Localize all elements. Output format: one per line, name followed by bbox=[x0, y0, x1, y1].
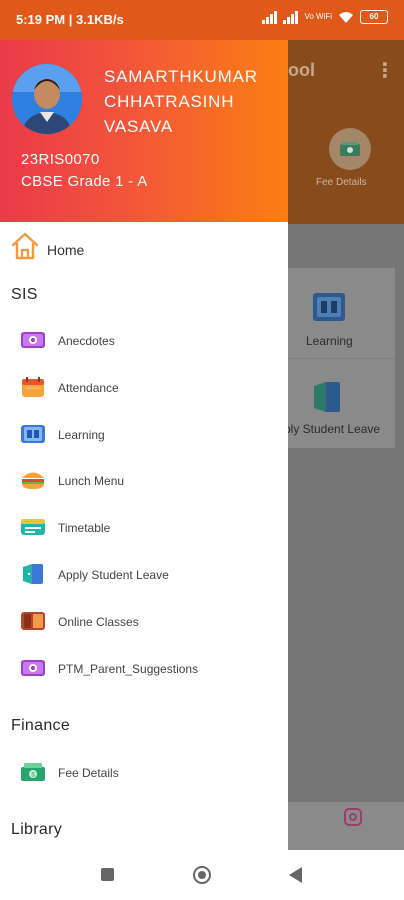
drawer-item-attendance[interactable]: Attendance bbox=[0, 368, 288, 408]
item-label: Timetable bbox=[58, 521, 111, 535]
section-library: Library bbox=[11, 821, 63, 838]
drawer-item-ptm-parent-suggestions[interactable]: PTM_Parent_Suggestions bbox=[0, 649, 288, 689]
drawer-item-online-classes[interactable]: Online Classes bbox=[0, 602, 288, 642]
status-bar: 5:19 PM | 3.1KB/s Vo WiFi 60 bbox=[0, 0, 404, 40]
learning-book-icon bbox=[313, 293, 345, 321]
timetable-icon bbox=[21, 519, 45, 535]
item-label: PTM_Parent_Suggestions bbox=[58, 662, 199, 676]
drawer-item-apply-student-leave[interactable]: Apply Student Leave bbox=[0, 555, 288, 595]
section-finance: Finance bbox=[11, 717, 71, 734]
vowifi-label: Vo WiFi bbox=[304, 12, 332, 21]
item-label: Fee Details bbox=[58, 766, 119, 780]
item-label: Online Classes bbox=[58, 615, 139, 629]
learning-label[interactable]: Learning bbox=[306, 334, 353, 348]
card-divider bbox=[288, 358, 395, 359]
drawer-item-learning[interactable]: Learning bbox=[0, 415, 288, 455]
student-grade: CBSE Grade 1 - A bbox=[21, 173, 148, 190]
money-icon: $ bbox=[21, 763, 45, 781]
camera-icon bbox=[21, 332, 45, 348]
apply-leave-label[interactable]: ply Student Leave bbox=[284, 422, 380, 436]
student-id: 23RIS0070 bbox=[21, 151, 100, 168]
burger-icon bbox=[22, 472, 44, 489]
signal-icon bbox=[262, 10, 278, 24]
item-label: Learning bbox=[58, 428, 105, 442]
home-button[interactable] bbox=[193, 866, 211, 884]
fee-details-label: Fee Details bbox=[316, 177, 367, 188]
recents-button[interactable] bbox=[101, 868, 114, 881]
money-icon bbox=[340, 142, 360, 156]
item-label: Apply Student Leave bbox=[58, 568, 169, 582]
book-icon bbox=[21, 425, 45, 443]
back-button[interactable] bbox=[289, 867, 302, 883]
door-icon bbox=[23, 564, 43, 584]
item-label: Anecdotes bbox=[58, 334, 115, 348]
fee-details-shortcut[interactable] bbox=[329, 128, 371, 170]
drawer-item-anecdotes[interactable]: Anecdotes bbox=[0, 321, 288, 361]
drawer-item-lunch-menu[interactable]: Lunch Menu bbox=[0, 461, 288, 501]
section-sis: SIS bbox=[11, 286, 38, 303]
student-name: SAMARTHKUMAR CHHATRASINH VASAVA bbox=[104, 67, 258, 136]
drawer-header: SAMARTHKUMAR CHHATRASINH VASAVA 23RIS007… bbox=[0, 40, 288, 222]
drawer-item-home[interactable]: Home bbox=[0, 226, 288, 270]
instagram-icon[interactable] bbox=[344, 808, 362, 826]
camera-icon bbox=[21, 660, 45, 676]
status-time: 5:19 PM | 3.1KB/s bbox=[16, 12, 124, 27]
status-icons: Vo WiFi 60 bbox=[262, 10, 388, 24]
wifi-icon bbox=[339, 12, 353, 23]
navigation-drawer: SAMARTHKUMAR CHHATRASINH VASAVA 23RIS007… bbox=[0, 40, 288, 850]
classes-icon bbox=[21, 612, 45, 630]
calendar-icon bbox=[22, 377, 44, 397]
item-label: Attendance bbox=[58, 381, 119, 395]
home-label: Home bbox=[47, 242, 85, 258]
background-app-title: ool bbox=[288, 60, 315, 80]
avatar[interactable] bbox=[12, 64, 82, 134]
battery-icon: 60 bbox=[360, 10, 388, 24]
system-nav-bar bbox=[0, 850, 404, 900]
drawer-item-fee-details[interactable]: $ Fee Details bbox=[0, 753, 288, 793]
student-photo bbox=[12, 64, 82, 134]
signal-icon-2 bbox=[283, 10, 299, 24]
door-icon bbox=[314, 382, 340, 412]
more-options-icon[interactable]: ⋮ bbox=[375, 58, 395, 83]
drawer-item-timetable[interactable]: Timetable bbox=[0, 508, 288, 548]
home-icon bbox=[11, 232, 39, 260]
item-label: Lunch Menu bbox=[58, 474, 125, 488]
